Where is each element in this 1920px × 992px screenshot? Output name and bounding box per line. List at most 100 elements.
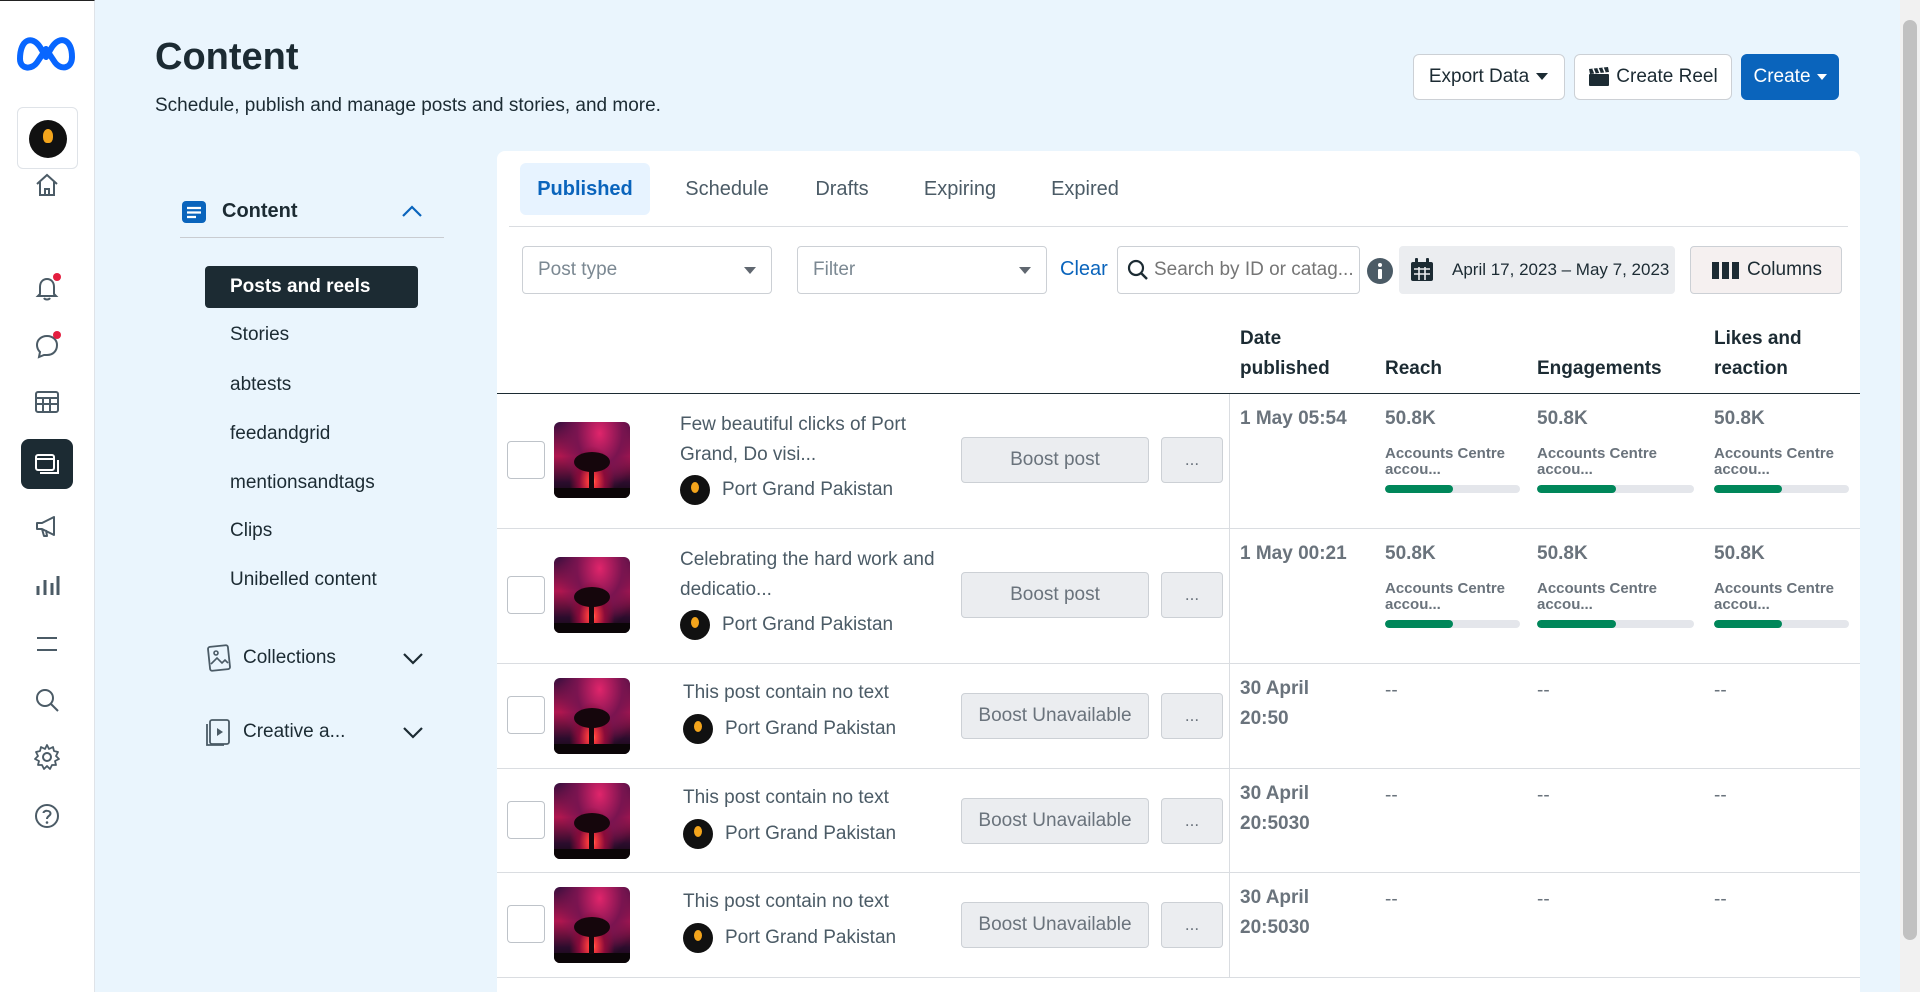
engagements-empty: -- (1537, 680, 1550, 701)
boost-post-button[interactable]: Boost post (961, 572, 1149, 618)
post-thumbnail[interactable] (554, 887, 630, 963)
reach-empty: -- (1385, 785, 1398, 806)
create-button[interactable]: Create (1741, 54, 1839, 100)
post-thumbnail[interactable] (554, 557, 630, 633)
table-row[interactable]: This post contain no text Port Grand Pak… (497, 873, 1860, 978)
post-title[interactable]: Celebrating the hard work and dedicatio.… (680, 545, 940, 605)
column-date-published[interactable]: Date published (1240, 324, 1350, 384)
nav-unibelled-content[interactable]: Unibelled content (205, 559, 418, 601)
boost-unavailable-button[interactable]: Boost Unavailable (961, 798, 1149, 844)
clear-filters-link[interactable]: Clear (1060, 258, 1108, 281)
metric-source: Accounts Centre accou... (1537, 445, 1658, 478)
more-options-button[interactable]: ... (1161, 572, 1223, 618)
tab-schedule[interactable]: Schedule (672, 163, 782, 215)
tab-drafts[interactable]: Drafts (797, 163, 887, 215)
settings-icon[interactable] (21, 732, 73, 782)
insights-icon[interactable] (21, 560, 73, 610)
author-name: Port Grand Pakistan (725, 823, 897, 844)
post-thumbnail[interactable] (554, 783, 630, 859)
row-checkbox[interactable] (507, 696, 545, 734)
filter-dropdown[interactable]: Filter (797, 246, 1047, 294)
notification-dot (53, 273, 61, 281)
metric-progress-bar (1385, 485, 1520, 493)
content-section-header[interactable]: Content (180, 186, 444, 238)
metric-progress-fill (1714, 485, 1782, 493)
search-icon[interactable] (21, 675, 73, 725)
column-engagements[interactable]: Engagements (1537, 354, 1662, 384)
row-checkbox[interactable] (507, 441, 545, 479)
post-title[interactable]: This post contain no text (683, 678, 943, 708)
content-panel: Published Schedule Drafts Expiring Expir… (497, 151, 1860, 992)
tab-expiring[interactable]: Expiring (905, 163, 1015, 215)
columns-label: Columns (1747, 259, 1822, 280)
nav-abtests[interactable]: abtests (205, 364, 418, 406)
post-thumbnail[interactable] (554, 422, 630, 498)
table-row[interactable]: This post contain no text Port Grand Pak… (497, 664, 1860, 769)
table-row[interactable]: Few beautiful clicks of Port Grand, Do v… (497, 394, 1860, 529)
create-reel-button[interactable]: Create Reel (1574, 54, 1732, 100)
author-avatar (683, 923, 713, 953)
nav-feedandgrid[interactable]: feedandgrid (205, 413, 418, 455)
nav-stories[interactable]: Stories (205, 314, 418, 356)
export-data-button[interactable]: Export Data (1413, 54, 1565, 100)
post-title[interactable]: This post contain no text (683, 887, 943, 917)
bell-icon[interactable] (21, 263, 73, 313)
post-title[interactable]: This post contain no text (683, 783, 943, 813)
home-icon[interactable] (21, 160, 73, 210)
more-options-button[interactable]: ... (1161, 902, 1223, 948)
caret-down-icon (744, 267, 756, 274)
nav-collections[interactable]: Collections (205, 638, 425, 678)
search-input[interactable] (1154, 259, 1354, 281)
metric-progress-bar (1385, 620, 1520, 628)
chat-icon[interactable] (21, 321, 73, 371)
author-avatar (680, 475, 710, 505)
search-field[interactable] (1117, 246, 1360, 294)
table-row[interactable]: Celebrating the hard work and dedicatio.… (497, 529, 1860, 664)
post-type-dropdown[interactable]: Post type (522, 246, 772, 294)
nav-mentionsandtags[interactable]: mentionsandtags (205, 462, 418, 504)
boost-post-button[interactable]: Boost post (961, 437, 1149, 483)
content-icon[interactable] (21, 439, 73, 489)
boost-unavailable-button[interactable]: Boost Unavailable (961, 902, 1149, 948)
metric-progress-fill (1537, 485, 1616, 493)
chevron-up-icon[interactable] (400, 202, 424, 222)
page-title: Content (155, 36, 299, 78)
nav-creative-assets[interactable]: Creative a... (205, 712, 425, 752)
menu-icon[interactable] (21, 619, 73, 669)
date-published: 30 April 20:5030 (1240, 783, 1310, 834)
tab-expired[interactable]: Expired (1035, 163, 1135, 215)
grid-icon[interactable] (21, 377, 73, 427)
row-checkbox[interactable] (507, 905, 545, 943)
metric-value: 50.8K (1537, 408, 1588, 429)
more-options-button[interactable]: ... (1161, 693, 1223, 739)
boost-unavailable-button[interactable]: Boost Unavailable (961, 693, 1149, 739)
page-scrollbar[interactable] (1900, 0, 1920, 992)
more-options-button[interactable]: ... (1161, 798, 1223, 844)
table-row[interactable]: This post contain no text Port Grand Pak… (497, 769, 1860, 873)
author-name: Port Grand Pakistan (722, 614, 894, 635)
more-options-button[interactable]: ... (1161, 437, 1223, 483)
info-icon[interactable] (1365, 256, 1395, 286)
megaphone-icon[interactable] (21, 501, 73, 551)
nav-clips[interactable]: Clips (205, 510, 418, 552)
scrollbar-thumb[interactable] (1903, 20, 1917, 940)
date-range-picker[interactable]: April 17, 2023 – May 7, 2023 (1399, 246, 1675, 294)
nav-posts-and-reels[interactable]: Posts and reels (205, 266, 418, 308)
column-likes-and-reaction[interactable]: Likes and reaction (1714, 324, 1854, 384)
author-name: Port Grand Pakistan (725, 927, 897, 948)
post-title[interactable]: Few beautiful clicks of Port Grand, Do v… (680, 410, 940, 470)
account-avatar (29, 120, 67, 158)
row-checkbox[interactable] (507, 576, 545, 614)
metric-progress-bar (1714, 485, 1849, 493)
tab-published[interactable]: Published (520, 163, 650, 215)
meta-logo-icon[interactable] (14, 29, 78, 73)
engagements-metric: 50.8K Accounts Centre accou... (1537, 408, 1694, 493)
metric-progress-bar (1714, 620, 1849, 628)
metric-progress-fill (1385, 485, 1453, 493)
post-thumbnail[interactable] (554, 678, 630, 754)
columns-button[interactable]: Columns (1690, 246, 1842, 294)
chevron-down-icon (403, 727, 423, 739)
row-checkbox[interactable] (507, 801, 545, 839)
column-reach[interactable]: Reach (1385, 354, 1442, 384)
help-icon[interactable] (21, 791, 73, 841)
